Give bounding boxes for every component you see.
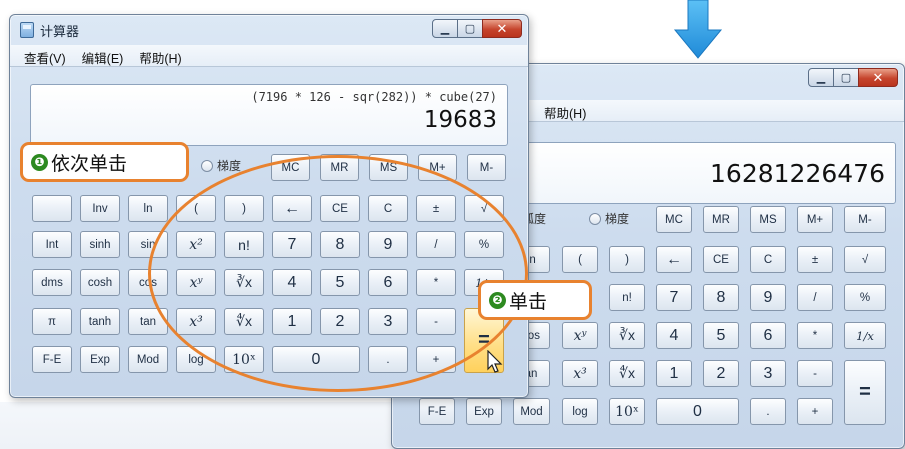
key-7[interactable]: 7 — [656, 284, 692, 311]
key-mc[interactable]: MC — [656, 206, 692, 233]
minimize-button[interactable]: ▁ — [808, 68, 834, 87]
key-backspace[interactable]: ← — [656, 246, 692, 273]
display: (7196 * 126 - sqr(282)) * cube(27) 19683 — [30, 84, 508, 146]
minimize-button[interactable]: ▁ — [432, 19, 458, 38]
calculator-icon — [20, 22, 34, 38]
menu-help[interactable]: 帮助(H) — [131, 45, 189, 66]
key-plus[interactable]: + — [797, 398, 833, 425]
menu-view[interactable]: 查看(V) — [16, 45, 74, 66]
window-controls: ▁ ▢ ✕ — [808, 68, 898, 87]
result-value: 19683 — [423, 107, 497, 133]
key-dms[interactable]: dms — [32, 269, 72, 296]
window-controls: ▁ ▢ ✕ — [432, 19, 522, 38]
maximize-button[interactable]: ▢ — [457, 19, 483, 38]
key-sqrt[interactable]: √ — [844, 246, 886, 273]
radio-grad[interactable]: 梯度 — [589, 210, 629, 227]
key-cube-root[interactable]: ∛x — [609, 322, 645, 349]
menu-bar: 查看(V) 编辑(E) 帮助(H) — [10, 45, 528, 67]
key-int[interactable]: Int — [32, 231, 72, 258]
key-ln[interactable]: ln — [128, 195, 168, 222]
key-1[interactable]: 1 — [656, 360, 692, 387]
key-f-e[interactable]: F-E — [32, 346, 72, 373]
step1-callout: ❶ 依次单击 — [20, 142, 189, 182]
key-decimal[interactable]: . — [750, 398, 786, 425]
key-sinh[interactable]: sinh — [80, 231, 120, 258]
step2-text: 单击 — [509, 291, 548, 313]
key-x-pow-y[interactable]: xʸ — [562, 322, 598, 349]
key-f-e[interactable]: F-E — [419, 398, 455, 425]
maximize-button[interactable]: ▢ — [833, 68, 859, 87]
key-ten-pow-x[interactable]: 10ˣ — [609, 398, 645, 425]
key-close-paren[interactable]: ) — [609, 246, 645, 273]
key-8[interactable]: 8 — [703, 284, 739, 311]
key-exp[interactable]: Exp — [80, 346, 120, 373]
radio-dot-icon — [589, 212, 601, 225]
close-button[interactable]: ✕ — [482, 19, 522, 38]
menu-edit[interactable]: 编辑(E) — [74, 45, 132, 66]
key-4[interactable]: 4 — [656, 322, 692, 349]
key-m-minus[interactable]: M- — [467, 154, 506, 181]
key-factorial[interactable]: n! — [609, 284, 645, 311]
result-value: 16281226476 — [710, 159, 885, 188]
expression-history: (7196 * 126 - sqr(282)) * cube(27) — [251, 90, 497, 104]
key-mod[interactable]: Mod — [513, 398, 550, 425]
key-m-minus[interactable]: M- — [844, 206, 886, 233]
down-arrow-icon — [673, 0, 723, 59]
step2-badge: ❷ — [489, 291, 506, 309]
key-c[interactable]: C — [750, 246, 786, 273]
key-mr[interactable]: MR — [703, 206, 739, 233]
close-button[interactable]: ✕ — [858, 68, 898, 87]
key-tanh[interactable]: tanh — [80, 308, 120, 335]
mouse-cursor-icon — [487, 350, 503, 373]
key-equals[interactable]: = — [844, 360, 886, 425]
key-reciprocal[interactable]: 1/x — [844, 322, 886, 349]
key-6[interactable]: 6 — [750, 322, 786, 349]
key-3[interactable]: 3 — [750, 360, 786, 387]
key-cosh[interactable]: cosh — [80, 269, 120, 296]
key-minus[interactable]: - — [797, 360, 833, 387]
menu-help[interactable]: 帮助(H) — [536, 100, 594, 121]
key-ms[interactable]: MS — [750, 206, 786, 233]
highlight-ellipse — [148, 155, 528, 392]
step1-text: 依次单击 — [51, 153, 128, 175]
key-mod[interactable]: Mod — [128, 346, 168, 373]
radio-label: 梯度 — [605, 212, 630, 226]
key-0[interactable]: 0 — [656, 398, 739, 425]
key-y-root[interactable]: ∜x — [609, 360, 645, 387]
key-plus-minus[interactable]: ± — [797, 246, 833, 273]
key-ce[interactable]: CE — [703, 246, 739, 273]
key-log[interactable]: log — [562, 398, 598, 425]
radio-grad[interactable]: 梯度 — [201, 157, 241, 174]
title-bar: 计算器 ▁ ▢ ✕ — [10, 15, 528, 43]
key-5[interactable]: 5 — [703, 322, 739, 349]
step1-badge: ❶ — [31, 153, 48, 171]
key-open-paren[interactable]: ( — [562, 246, 598, 273]
key-blank[interactable] — [32, 195, 72, 222]
key-9[interactable]: 9 — [750, 284, 786, 311]
key-x-cubed[interactable]: x³ — [562, 360, 598, 387]
key-pi[interactable]: π — [32, 308, 72, 335]
key-exp[interactable]: Exp — [466, 398, 502, 425]
radio-dot-icon — [201, 159, 213, 172]
step2-callout: ❷ 单击 — [478, 280, 592, 320]
key-multiply[interactable]: * — [797, 322, 833, 349]
radio-label: 梯度 — [217, 159, 242, 173]
key-2[interactable]: 2 — [703, 360, 739, 387]
key-inv[interactable]: Inv — [80, 195, 120, 222]
key-percent[interactable]: % — [844, 284, 886, 311]
key-m-plus[interactable]: M+ — [797, 206, 833, 233]
window-title: 计算器 — [40, 24, 80, 39]
key-divide[interactable]: / — [797, 284, 833, 311]
